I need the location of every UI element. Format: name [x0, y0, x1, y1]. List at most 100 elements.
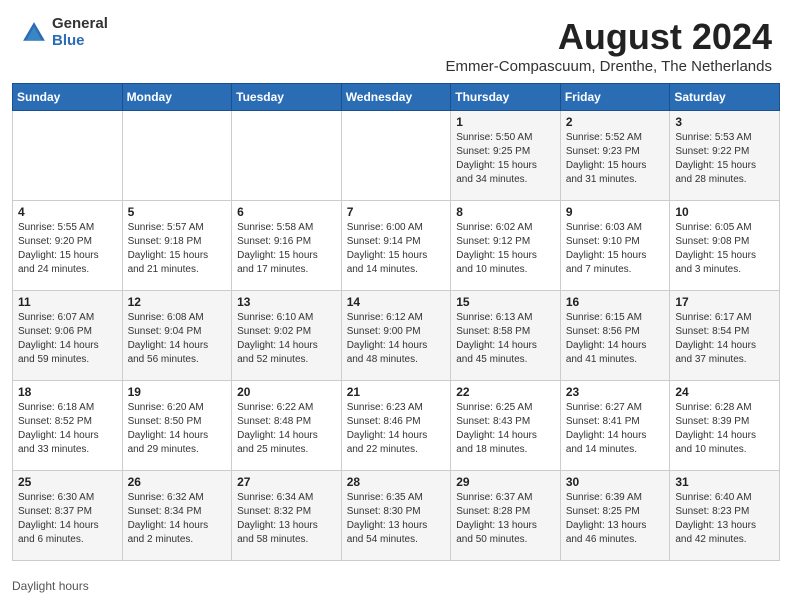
day-number: 6	[237, 205, 336, 219]
calendar-cell: 13 Sunrise: 6:10 AM Sunset: 9:02 PM Dayli…	[232, 291, 342, 381]
day-number: 10	[675, 205, 774, 219]
day-number: 20	[237, 385, 336, 399]
day-number: 8	[456, 205, 555, 219]
calendar-cell: 22Sunrise: 6:25 AM Sunset: 8:43 PM Dayli…	[451, 381, 561, 471]
calendar-cell: 7Sunrise: 6:00 AM Sunset: 9:14 PM Daylig…	[341, 201, 451, 291]
header-cell-wednesday: Wednesday	[341, 84, 451, 111]
calendar-cell: 18Sunrise: 6:18 AM Sunset: 8:52 PM Dayli…	[13, 381, 123, 471]
page-header: General Blue August 2024 Emmer-Compascuu…	[0, 0, 792, 83]
day-number: 5	[128, 205, 227, 219]
cell-content: Sunrise: 6:37 AM Sunset: 8:28 PM Dayligh…	[456, 491, 555, 547]
day-number: 21	[347, 385, 446, 399]
cell-content: Sunrise: 6:32 AM Sunset: 8:34 PM Dayligh…	[128, 491, 227, 547]
day-number: 15	[456, 295, 555, 309]
calendar-cell: 15 Sunrise: 6:13 AM Sunset: 8:58 PM Dayli…	[451, 291, 561, 381]
cell-content: Sunrise: 6:03 AM Sunset: 9:10 PM Dayligh…	[566, 221, 665, 277]
cell-content: Sunrise: 6:02 AM Sunset: 9:12 PM Dayligh…	[456, 221, 555, 277]
cell-content: Sunrise: 6:27 AM Sunset: 8:41 PM Dayligh…	[566, 401, 665, 457]
cell-content: Sunrise: 6:30 AM Sunset: 8:37 PM Dayligh…	[18, 491, 117, 547]
day-number: 29	[456, 475, 555, 489]
day-number: 18	[18, 385, 117, 399]
calendar-cell: 2Sunrise: 5:52 AM Sunset: 9:23 PM Daylig…	[560, 111, 670, 201]
cell-content: Sunrise: 6:08 AM Sunset: 9:04 PM Dayligh…	[128, 311, 227, 367]
day-number: 13	[237, 295, 336, 309]
calendar-cell	[122, 111, 232, 201]
header-cell-friday: Friday	[560, 84, 670, 111]
day-number: 30	[566, 475, 665, 489]
cell-content: Sunrise: 6:00 AM Sunset: 9:14 PM Dayligh…	[347, 221, 446, 277]
logo-text: General Blue	[52, 16, 108, 49]
day-number: 27	[237, 475, 336, 489]
calendar-cell: 27 Sunrise: 6:34 AM Sunset: 8:32 PM Dayli…	[232, 471, 342, 561]
calendar-cell: 21 Sunrise: 6:23 AM Sunset: 8:46 PM Dayli…	[341, 381, 451, 471]
calendar-table: SundayMondayTuesdayWednesdayThursdayFrid…	[12, 83, 780, 561]
header-cell-monday: Monday	[122, 84, 232, 111]
week-row-1: 4Sunrise: 5:55 AM Sunset: 9:20 PM Daylig…	[13, 201, 780, 291]
cell-content: Sunrise: 6:34 AM Sunset: 8:32 PM Dayligh…	[237, 491, 336, 547]
header-cell-sunday: Sunday	[13, 84, 123, 111]
calendar-cell: 14Sunrise: 6:12 AM Sunset: 9:00 PM Dayli…	[341, 291, 451, 381]
cell-content: Sunrise: 6:35 AM Sunset: 8:30 PM Dayligh…	[347, 491, 446, 547]
cell-content: Sunrise: 6:25 AM Sunset: 8:43 PM Dayligh…	[456, 401, 555, 457]
day-number: 31	[675, 475, 774, 489]
cell-content: Sunrise: 5:55 AM Sunset: 9:20 PM Dayligh…	[18, 221, 117, 277]
week-row-2: 11 Sunrise: 6:07 AM Sunset: 9:06 PM Dayli…	[13, 291, 780, 381]
day-number: 19	[128, 385, 227, 399]
calendar-cell: 6 Sunrise: 5:58 AM Sunset: 9:16 PM Daylig…	[232, 201, 342, 291]
day-number: 12	[128, 295, 227, 309]
cell-content: Sunrise: 6:10 AM Sunset: 9:02 PM Dayligh…	[237, 311, 336, 367]
calendar-cell: 20 Sunrise: 6:22 AM Sunset: 8:48 PM Dayli…	[232, 381, 342, 471]
title-area: August 2024 Emmer-Compascuum, Drenthe, T…	[445, 16, 772, 75]
week-row-0: 1 Sunrise: 5:50 AM Sunset: 9:25 PM Daylig…	[13, 111, 780, 201]
daylight-label: Daylight hours	[12, 579, 89, 593]
calendar-cell: 9Sunrise: 6:03 AM Sunset: 9:10 PM Daylig…	[560, 201, 670, 291]
cell-content: Sunrise: 6:13 AM Sunset: 8:58 PM Dayligh…	[456, 311, 555, 367]
day-number: 3	[675, 115, 774, 129]
location: Emmer-Compascuum, Drenthe, The Netherlan…	[445, 58, 772, 75]
cell-content: Sunrise: 5:58 AM Sunset: 9:16 PM Dayligh…	[237, 221, 336, 277]
day-number: 17	[675, 295, 774, 309]
calendar-cell: 10Sunrise: 6:05 AM Sunset: 9:08 PM Dayli…	[670, 201, 780, 291]
calendar-cell: 26Sunrise: 6:32 AM Sunset: 8:34 PM Dayli…	[122, 471, 232, 561]
cell-content: Sunrise: 6:40 AM Sunset: 8:23 PM Dayligh…	[675, 491, 774, 547]
calendar-container: SundayMondayTuesdayWednesdayThursdayFrid…	[0, 83, 792, 573]
day-number: 24	[675, 385, 774, 399]
cell-content: Sunrise: 5:53 AM Sunset: 9:22 PM Dayligh…	[675, 131, 774, 187]
cell-content: Sunrise: 6:20 AM Sunset: 8:50 PM Dayligh…	[128, 401, 227, 457]
calendar-cell	[232, 111, 342, 201]
calendar-cell: 3 Sunrise: 5:53 AM Sunset: 9:22 PM Daylig…	[670, 111, 780, 201]
day-number: 11	[18, 295, 117, 309]
month-title: August 2024	[445, 16, 772, 58]
calendar-cell: 25 Sunrise: 6:30 AM Sunset: 8:37 PM Dayli…	[13, 471, 123, 561]
day-number: 1	[456, 115, 555, 129]
calendar-cell: 17 Sunrise: 6:17 AM Sunset: 8:54 PM Dayli…	[670, 291, 780, 381]
cell-content: Sunrise: 6:17 AM Sunset: 8:54 PM Dayligh…	[675, 311, 774, 367]
day-number: 28	[347, 475, 446, 489]
calendar-header: SundayMondayTuesdayWednesdayThursdayFrid…	[13, 84, 780, 111]
header-cell-tuesday: Tuesday	[232, 84, 342, 111]
calendar-body: 1 Sunrise: 5:50 AM Sunset: 9:25 PM Daylig…	[13, 111, 780, 561]
cell-content: Sunrise: 6:22 AM Sunset: 8:48 PM Dayligh…	[237, 401, 336, 457]
header-row: SundayMondayTuesdayWednesdayThursdayFrid…	[13, 84, 780, 111]
logo-general: General	[52, 16, 108, 33]
cell-content: Sunrise: 6:23 AM Sunset: 8:46 PM Dayligh…	[347, 401, 446, 457]
cell-content: Sunrise: 5:50 AM Sunset: 9:25 PM Dayligh…	[456, 131, 555, 187]
cell-content: Sunrise: 6:28 AM Sunset: 8:39 PM Dayligh…	[675, 401, 774, 457]
cell-content: Sunrise: 6:39 AM Sunset: 8:25 PM Dayligh…	[566, 491, 665, 547]
calendar-cell	[341, 111, 451, 201]
logo: General Blue	[20, 16, 108, 49]
calendar-cell: 19 Sunrise: 6:20 AM Sunset: 8:50 PM Dayli…	[122, 381, 232, 471]
calendar-cell: 28 Sunrise: 6:35 AM Sunset: 8:30 PM Dayli…	[341, 471, 451, 561]
calendar-cell	[13, 111, 123, 201]
header-cell-saturday: Saturday	[670, 84, 780, 111]
calendar-cell: 8 Sunrise: 6:02 AM Sunset: 9:12 PM Daylig…	[451, 201, 561, 291]
logo-blue: Blue	[52, 33, 108, 50]
day-number: 25	[18, 475, 117, 489]
day-number: 23	[566, 385, 665, 399]
cell-content: Sunrise: 5:52 AM Sunset: 9:23 PM Dayligh…	[566, 131, 665, 187]
logo-icon	[20, 19, 48, 47]
calendar-cell: 5Sunrise: 5:57 AM Sunset: 9:18 PM Daylig…	[122, 201, 232, 291]
cell-content: Sunrise: 6:07 AM Sunset: 9:06 PM Dayligh…	[18, 311, 117, 367]
day-number: 14	[347, 295, 446, 309]
calendar-cell: 16Sunrise: 6:15 AM Sunset: 8:56 PM Dayli…	[560, 291, 670, 381]
